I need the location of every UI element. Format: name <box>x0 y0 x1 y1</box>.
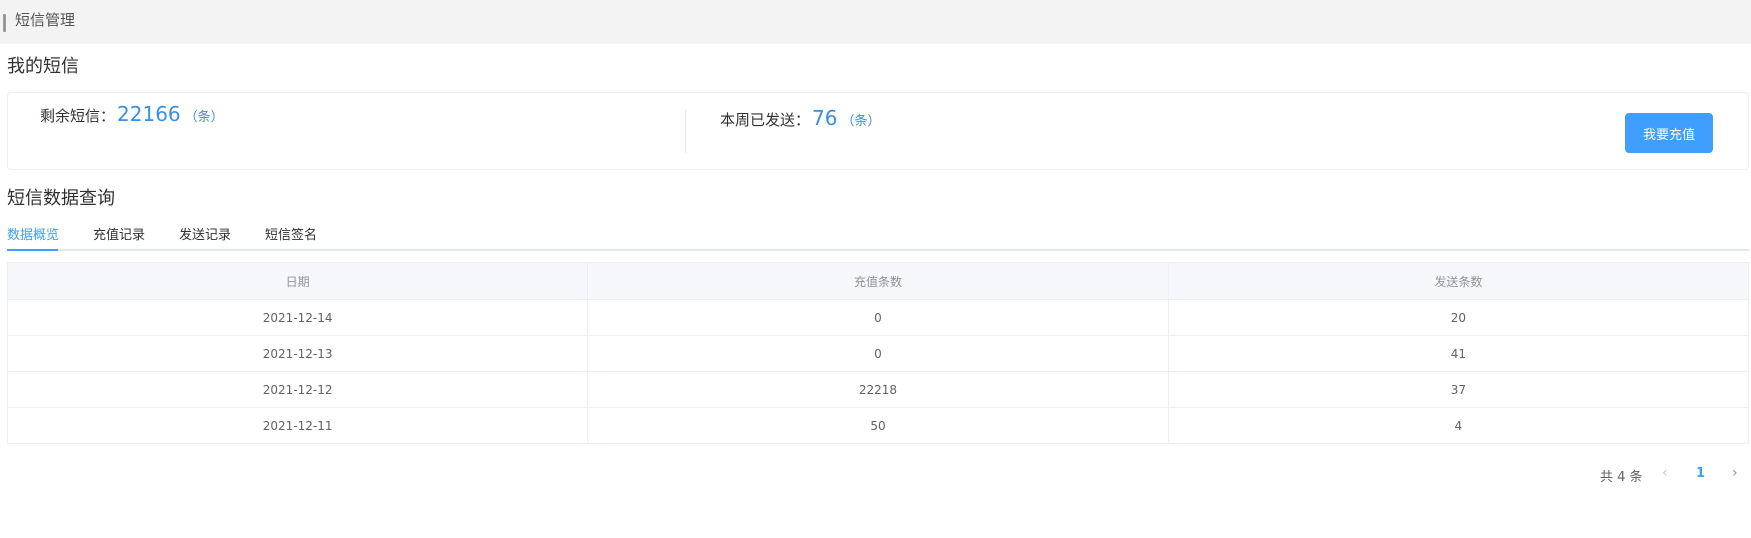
tab-send-records[interactable]: 发送记录 <box>179 224 231 243</box>
weekly-sent-unit: （条） <box>841 114 881 129</box>
table-row: 2021-12-13 0 41 <box>6 335 1750 372</box>
date-cell: 2021-12-12 <box>6 371 589 408</box>
remaining-sms-unit: （条） <box>184 110 224 125</box>
my-sms-title: 我的短信 <box>7 56 79 77</box>
send-count-cell: 37 <box>1167 371 1750 408</box>
table-header-row: 日期 充值条数 发送条数 <box>6 262 1750 300</box>
date-cell: 2021-12-14 <box>6 299 589 336</box>
column-header-recharge-count: 充值条数 <box>587 262 1169 300</box>
sms-data-table: 日期 充值条数 发送条数 2021-12-14 0 20 2021-12-13 … <box>6 262 1750 444</box>
query-tabs: 数据概览 充值记录 发送记录 短信签名 <box>7 222 1749 251</box>
date-cell: 2021-12-11 <box>6 407 589 444</box>
recharge-count-cell: 0 <box>587 299 1169 336</box>
column-header-date: 日期 <box>6 262 589 300</box>
pagination: 共 4 条 ‹ 1 › <box>1600 465 1745 486</box>
tab-recharge-records[interactable]: 充值记录 <box>93 224 145 243</box>
date-cell: 2021-12-13 <box>6 335 589 372</box>
send-count-cell: 4 <box>1167 407 1750 444</box>
recharge-count-cell: 22218 <box>587 371 1169 408</box>
tab-sms-signature[interactable]: 短信签名 <box>265 224 317 243</box>
page-title: 短信管理 <box>15 11 76 29</box>
sms-summary-card: 剩余短信： 22166 （条） 本周已发送： 76 （条） 我要充值 <box>7 92 1749 170</box>
header-accent-bar <box>3 14 6 32</box>
table-row: 2021-12-12 22218 37 <box>6 371 1750 408</box>
tab-data-overview[interactable]: 数据概览 <box>7 224 59 243</box>
active-tab-indicator <box>7 249 58 251</box>
weekly-sent-value: 76 <box>812 106 838 130</box>
remaining-sms-value: 22166 <box>117 102 181 126</box>
card-divider <box>685 110 686 153</box>
pagination-total: 共 4 条 <box>1600 470 1643 485</box>
remaining-sms-stat: 剩余短信： 22166 （条） <box>40 102 224 126</box>
chevron-left-icon[interactable]: ‹ <box>1662 465 1668 481</box>
recharge-count-cell: 0 <box>587 335 1169 372</box>
weekly-sent-label: 本周已发送： <box>720 111 811 129</box>
chevron-right-icon[interactable]: › <box>1732 465 1738 481</box>
page-header: 短信管理 <box>0 0 1751 44</box>
query-title: 短信数据查询 <box>7 188 115 209</box>
recharge-count-cell: 50 <box>587 407 1169 444</box>
send-count-cell: 20 <box>1167 299 1750 336</box>
remaining-sms-label: 剩余短信： <box>40 107 116 125</box>
table-row: 2021-12-14 0 20 <box>6 299 1750 336</box>
recharge-button[interactable]: 我要充值 <box>1625 113 1713 153</box>
table-row: 2021-12-11 50 4 <box>6 407 1750 444</box>
column-header-send-count: 发送条数 <box>1167 262 1750 300</box>
send-count-cell: 41 <box>1167 335 1750 372</box>
weekly-sent-stat: 本周已发送： 76 （条） <box>720 106 880 130</box>
pagination-page-1[interactable]: 1 <box>1696 466 1705 481</box>
